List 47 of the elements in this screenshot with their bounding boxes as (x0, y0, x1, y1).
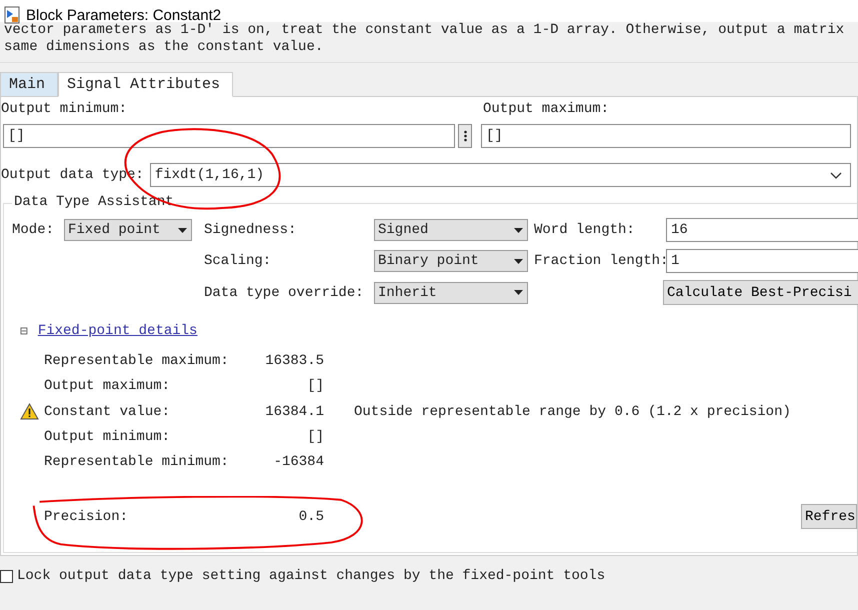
more-options-icon[interactable] (458, 124, 472, 148)
field-label: Mode: (12, 222, 56, 238)
tab[interactable]: Signal Attributes (58, 72, 234, 97)
detail-label: Precision: (44, 508, 130, 524)
combo-box[interactable]: fixdt(1,16,1) (150, 163, 851, 187)
calculate-button[interactable]: Calculate Best-Precisi (663, 280, 858, 305)
field-label: Output minimum: (1, 101, 128, 117)
detail-label: Output maximum: (44, 378, 172, 394)
checkbox-label: Lock output data type setting against changes by the fixed-point tools (17, 568, 606, 584)
field-label: Word length: (534, 222, 636, 238)
detail-label: Constant value: (44, 404, 172, 420)
dropdown[interactable]: Inherit (374, 282, 528, 304)
dropdown-caret-icon (178, 228, 187, 232)
warning-message: Outside representable range by 0.6 (1.2 x precision) (353, 404, 792, 420)
dropdown-caret-icon (514, 290, 523, 295)
tab[interactable]: Main (0, 72, 58, 97)
window-title: Block Parameters: Constant2 (26, 6, 222, 24)
field-label: Signedness: (204, 222, 298, 238)
detail-value: 16384.1 (264, 404, 324, 420)
dropdown-caret-icon (514, 228, 523, 232)
collapse-toggle[interactable]: ⊟ (20, 324, 28, 338)
detail-value: -16384 (272, 454, 324, 470)
field-label: Output maximum: (483, 101, 610, 117)
input-field[interactable]: [] (481, 124, 851, 148)
dropdown-caret-icon (514, 258, 523, 264)
detail-label: Output minimum: (44, 429, 172, 445)
detail-value: 0.5 (298, 508, 324, 524)
field-label: Scaling: (204, 253, 272, 269)
block-icon (4, 6, 20, 24)
detail-value: 16383.5 (264, 353, 324, 369)
checkbox[interactable] (0, 570, 13, 582)
description-text: same dimensions as the constant value. (4, 39, 324, 56)
detail-value: [] (306, 429, 324, 445)
dropdown[interactable]: Binary point (374, 250, 528, 272)
field-label: Data type override: (204, 284, 365, 300)
dropdown[interactable]: Fixed point (64, 219, 192, 241)
detail-value: [] (306, 378, 324, 394)
input-field[interactable]: 16 (666, 218, 858, 242)
refresh-button[interactable]: Refres (801, 504, 857, 529)
input-field[interactable]: 1 (666, 249, 858, 273)
detail-label: Representable maximum: (44, 353, 230, 369)
details-link[interactable]: Fixed-point details (38, 323, 198, 339)
input-field[interactable]: [] (3, 124, 455, 148)
dropdown[interactable]: Signed (374, 219, 528, 241)
detail-label: Representable minimum: (44, 454, 230, 470)
field-label: Fraction length: (534, 253, 666, 269)
description-text: vector parameters as 1-D' is on, treat the constant value as a 1-D array. Otherwise, output a matrix (4, 22, 846, 39)
